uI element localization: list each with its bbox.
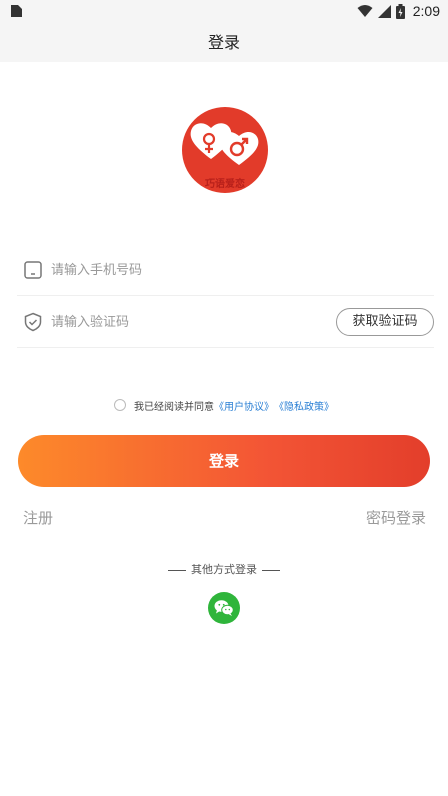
phone-field	[17, 245, 434, 296]
title-bar: 登录	[0, 24, 448, 62]
password-login-link[interactable]: 密码登录	[366, 507, 426, 528]
phone-input[interactable]	[51, 255, 341, 285]
signal-icon	[377, 4, 391, 18]
divider-line	[262, 569, 280, 571]
agreement-text: 我已经阅读并同意	[134, 401, 214, 413]
privacy-policy-link[interactable]: 《隐私政策》	[274, 398, 334, 413]
app-logo: 巧语爱恋	[182, 107, 268, 193]
battery-icon	[395, 3, 405, 19]
divider-line	[168, 569, 186, 571]
agreement-checkbox[interactable]	[114, 399, 126, 411]
other-login-divider: 其他方式登录	[0, 561, 448, 577]
agreement-row: 我已经阅读并同意 《用户协议》 《隐私政策》	[114, 397, 334, 413]
user-agreement-link[interactable]: 《用户协议》	[214, 398, 274, 413]
wechat-icon	[214, 600, 234, 616]
register-link[interactable]: 注册	[23, 507, 53, 528]
phone-icon	[24, 261, 42, 279]
wifi-icon	[357, 5, 373, 17]
login-button[interactable]: 登录	[18, 435, 430, 487]
wechat-login-button[interactable]	[208, 592, 240, 624]
logo-text: 巧语爱恋	[205, 177, 245, 190]
code-input[interactable]	[51, 307, 341, 337]
code-field: 获取验证码	[17, 297, 434, 348]
get-code-button[interactable]: 获取验证码	[336, 308, 434, 336]
sim-card-icon	[11, 5, 22, 17]
status-time: 2:09	[412, 3, 440, 19]
shield-check-icon	[24, 312, 42, 332]
page-title: 登录	[207, 33, 240, 52]
status-bar: 2:09	[0, 0, 448, 24]
other-login-title: 其他方式登录	[191, 563, 257, 576]
